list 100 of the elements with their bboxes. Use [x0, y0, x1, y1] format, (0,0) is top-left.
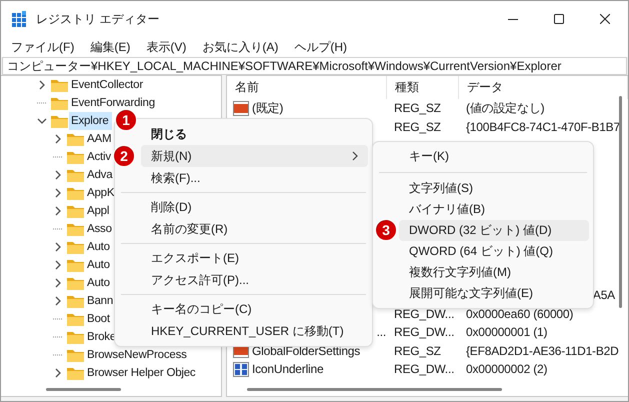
chevron-icon[interactable] [53, 296, 63, 306]
menu-item[interactable]: DWORD (32 ビット) 値(D) [399, 220, 589, 241]
menu-item[interactable]: 検索(F)... [119, 167, 368, 189]
table-cell: (既定) [252, 100, 284, 117]
folder-icon [67, 294, 84, 308]
table-cell: 0x00000001 (1) [466, 325, 548, 340]
chevron-icon[interactable] [53, 260, 63, 270]
table-cell: (値の設定なし) [466, 100, 544, 117]
menu-item[interactable]: 文字列値(S) [377, 178, 589, 199]
binary-value-icon [233, 362, 249, 377]
menu-item[interactable]: 名前の変更(R) [119, 218, 368, 240]
chevron-icon[interactable] [53, 206, 63, 216]
folder-icon [67, 222, 84, 236]
tree-line [53, 354, 63, 356]
menu-item[interactable]: QWORD (64 ビット) 値(Q) [377, 241, 589, 262]
folder-icon [51, 114, 68, 128]
address-field[interactable]: コンピューター¥HKEY_LOCAL_MACHINE¥SOFTWARE¥Microsoft¥Windows¥CurrentVersion¥Explorer [2, 57, 627, 75]
folder-icon [67, 330, 84, 344]
tree-item[interactable]: Auto [85, 274, 113, 292]
window-title: レジストリ エディター [36, 10, 160, 28]
table-cell: {EF8AD2D1-AE36-11D1-B2D [466, 344, 619, 358]
chevron-icon[interactable] [37, 116, 47, 126]
table-cell: REG_SZ [394, 120, 441, 134]
table-cell: A5A [592, 288, 615, 302]
menu-item[interactable]: エクスポート(E) [119, 247, 368, 269]
scrollbar-thumb[interactable] [619, 96, 622, 308]
folder-icon [51, 96, 68, 110]
folder-icon [67, 366, 84, 380]
menu-bar-item[interactable]: お気に入り(A) [194, 37, 286, 57]
string-value-icon [233, 100, 249, 116]
folder-icon [67, 132, 84, 146]
tree-line [53, 228, 63, 230]
chevron-icon[interactable] [53, 188, 63, 198]
tree-item[interactable]: Auto [85, 238, 113, 256]
column-header[interactable]: データ [466, 79, 503, 96]
app-icon [11, 11, 27, 27]
table-cell: IconUnderline [252, 362, 324, 376]
menu-bar-item[interactable]: 表示(V) [138, 37, 194, 57]
folder-icon [67, 240, 84, 254]
table-cell: REG_DW... [394, 306, 454, 321]
tree-item[interactable]: Auto [85, 256, 113, 274]
menu-item[interactable]: 閉じる [141, 123, 368, 145]
tree-line [37, 102, 47, 104]
tree-item[interactable]: BrowseNewProcess [85, 346, 190, 364]
folder-icon [67, 348, 84, 362]
tree-item[interactable]: Appl [85, 202, 112, 220]
menu-item[interactable]: バイナリ値(B) [377, 199, 589, 220]
tree-item[interactable]: Activ [85, 148, 114, 166]
column-header[interactable]: 名前 [235, 79, 259, 96]
close-icon[interactable] [600, 14, 610, 24]
tree-item[interactable]: AppK [85, 184, 118, 202]
tree-item[interactable]: Browser Helper Objec [85, 364, 198, 382]
scrollbar-thumb[interactable] [46, 388, 121, 390]
menu-item[interactable]: アクセス許可(P)... [119, 269, 368, 291]
chevron-icon[interactable] [53, 368, 63, 378]
tree-line [53, 156, 63, 158]
scrollbar-thumb[interactable] [247, 388, 502, 391]
menu-bar-item[interactable]: ヘルプ(H) [286, 37, 355, 57]
tree-item[interactable]: EventCollector [69, 76, 146, 94]
tree-line [53, 318, 63, 320]
chevron-icon[interactable] [53, 242, 63, 252]
minimize-icon[interactable] [508, 18, 518, 20]
menu-item[interactable]: 新規(N) [141, 145, 368, 167]
table-cell: REG_DW... [394, 362, 454, 376]
tree-item[interactable]: Asso [85, 220, 115, 238]
menu-item[interactable]: 展開可能な文字列値(E) [377, 283, 589, 304]
menu-item[interactable]: 削除(D) [119, 196, 368, 218]
table-cell: REG_DW... [394, 325, 454, 340]
folder-icon [67, 312, 84, 326]
tree-item[interactable]: Explore [69, 112, 112, 130]
folder-icon [51, 78, 68, 92]
folder-icon [67, 150, 84, 164]
menu-item[interactable]: HKEY_CURRENT_USER に移動(T) [119, 320, 368, 342]
folder-icon [67, 204, 84, 218]
menu-item[interactable]: キー名のコピー(C) [119, 298, 368, 320]
menu-item[interactable]: キー(K) [377, 146, 589, 167]
tree-item[interactable]: Bann [85, 292, 116, 310]
table-cell: ... [376, 325, 386, 340]
folder-icon [67, 258, 84, 272]
menu-bar-item[interactable]: 編集(E) [82, 37, 138, 57]
table-cell: 0x0000ea60 (60000) [466, 306, 574, 321]
maximize-icon[interactable] [554, 14, 564, 24]
tree-item[interactable]: Boot [85, 310, 113, 328]
folder-icon [67, 276, 84, 290]
chevron-icon[interactable] [53, 278, 63, 288]
table-cell: GlobalFolderSettings [252, 344, 360, 358]
folder-icon [67, 186, 84, 200]
chevron-icon [352, 151, 358, 161]
table-cell: {100B4FC8-74C1-470F-B1B7 [466, 120, 620, 134]
tree-item[interactable]: AAM [85, 130, 114, 148]
menu-item[interactable]: 複数行文字列値(M) [377, 262, 589, 283]
table-cell: 0x00000002 (2) [466, 362, 548, 376]
menu-bar-item[interactable]: ファイル(F) [3, 37, 82, 57]
chevron-icon[interactable] [37, 80, 47, 90]
tree-item[interactable]: Adva [85, 166, 116, 184]
folder-icon [67, 168, 84, 182]
chevron-icon[interactable] [53, 134, 63, 144]
tree-item[interactable]: EventForwarding [69, 94, 158, 112]
column-header[interactable]: 種類 [395, 79, 420, 96]
chevron-icon[interactable] [53, 170, 63, 180]
